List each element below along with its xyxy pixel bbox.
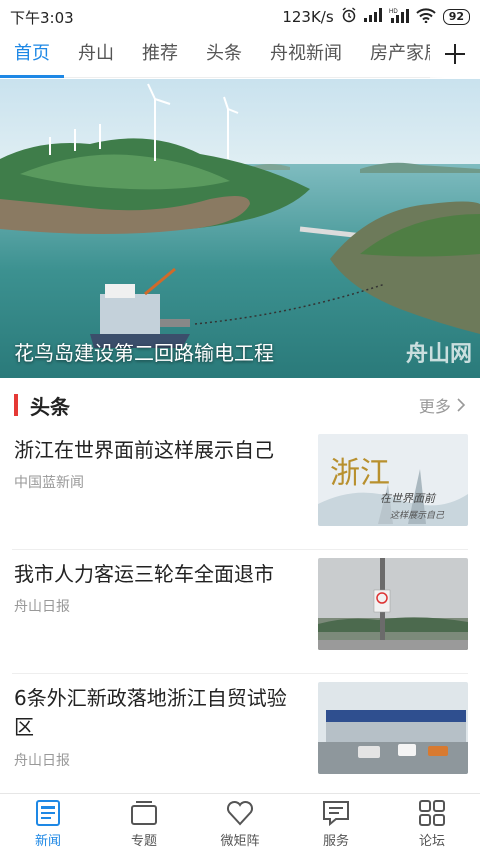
nav-news-label: 新闻 bbox=[34, 834, 61, 849]
nav-topics-label: 专题 bbox=[130, 834, 157, 849]
thumb-subtitle-2: 这样展示自己 bbox=[390, 511, 445, 521]
news-icon bbox=[33, 798, 63, 828]
nav-matrix[interactable]: 微矩阵 bbox=[192, 794, 288, 853]
news-title: 6条外汇新政落地浙江自贸试验区 bbox=[14, 686, 287, 739]
nav-topics[interactable]: 专题 bbox=[96, 794, 192, 853]
nav-forum-label: 论坛 bbox=[418, 834, 445, 849]
news-item[interactable]: 6条外汇新政落地浙江自贸试验区 舟山日报 bbox=[12, 674, 468, 798]
hero-caption: 花鸟岛建设第二回路输电工程 bbox=[14, 341, 274, 365]
wifi-icon bbox=[415, 7, 436, 27]
status-bar: 下午3:03 123K/s HD 92 bbox=[0, 0, 480, 34]
signal-icon bbox=[363, 8, 382, 26]
tab-home[interactable]: 首页 bbox=[0, 34, 64, 78]
tab-zhoushi-news[interactable]: 舟视新闻 bbox=[256, 34, 356, 78]
hero-banner[interactable]: 花鸟岛建设第二回路输电工程 舟山网 bbox=[0, 79, 480, 378]
news-source: 舟山日报 bbox=[14, 753, 70, 769]
news-item[interactable]: 我市人力客运三轮车全面退市 舟山日报 bbox=[12, 550, 468, 674]
nav-news[interactable]: 新闻 bbox=[0, 794, 96, 853]
nav-forum[interactable]: 论坛 bbox=[384, 794, 480, 853]
alarm-icon bbox=[341, 7, 357, 27]
section-accent-bar bbox=[14, 394, 18, 416]
more-link[interactable]: 更多 bbox=[419, 393, 466, 417]
news-thumbnail: 浙江 在世界面前 这样展示自己 bbox=[318, 434, 468, 526]
tab-recommend[interactable]: 推荐 bbox=[128, 34, 192, 78]
news-title: 浙江在世界面前这样展示自己 bbox=[14, 438, 274, 462]
net-speed: 123K/s bbox=[282, 8, 334, 26]
news-thumbnail bbox=[318, 558, 468, 650]
bottom-nav: 新闻 专题 微矩阵 服务 论坛 bbox=[0, 793, 480, 853]
news-source: 中国蓝新闻 bbox=[14, 475, 84, 491]
topic-icon bbox=[129, 798, 159, 828]
chevron-right-icon bbox=[456, 397, 466, 416]
tab-real-estate[interactable]: 房产家居 bbox=[356, 34, 430, 78]
grid-icon bbox=[417, 798, 447, 828]
section-title: 头条 bbox=[30, 394, 70, 419]
tab-zhoushan[interactable]: 舟山 bbox=[64, 34, 128, 78]
tabs-scroll[interactable]: 首页 舟山 推荐 头条 舟视新闻 房产家居 bbox=[0, 34, 430, 78]
heart-icon bbox=[225, 798, 255, 828]
add-channel-button[interactable] bbox=[430, 33, 480, 78]
thumb-subtitle: 在世界面前 bbox=[380, 492, 435, 505]
message-icon bbox=[321, 798, 351, 828]
more-label: 更多 bbox=[418, 397, 451, 416]
news-thumbnail bbox=[318, 682, 468, 774]
nav-services-label: 服务 bbox=[322, 834, 349, 849]
hero-watermark: 舟山网 bbox=[405, 342, 472, 367]
hero-image bbox=[0, 79, 480, 378]
thumb-title: 浙江 bbox=[330, 456, 390, 491]
tab-headlines[interactable]: 头条 bbox=[192, 34, 256, 78]
news-list: 浙江在世界面前这样展示自己 中国蓝新闻 浙江 在世界面前 这样展示自己 我市人力… bbox=[0, 426, 480, 798]
nav-matrix-label: 微矩阵 bbox=[220, 834, 260, 849]
battery-icon: 92 bbox=[442, 9, 470, 25]
status-time: 下午3:03 bbox=[10, 8, 74, 27]
status-icons: 123K/s HD 92 bbox=[282, 7, 470, 27]
svg-text:HD: HD bbox=[389, 9, 398, 15]
hd-signal-icon: HD bbox=[389, 7, 409, 27]
headlines-section-header: 头条 更多 bbox=[0, 386, 480, 424]
channel-tabs: 首页 舟山 推荐 头条 舟视新闻 房产家居 bbox=[0, 33, 480, 78]
nav-services[interactable]: 服务 bbox=[288, 794, 384, 853]
news-title: 我市人力客运三轮车全面退市 bbox=[14, 562, 274, 586]
news-item[interactable]: 浙江在世界面前这样展示自己 中国蓝新闻 浙江 在世界面前 这样展示自己 bbox=[12, 426, 468, 550]
plus-icon bbox=[444, 38, 466, 73]
news-source: 舟山日报 bbox=[14, 599, 70, 615]
